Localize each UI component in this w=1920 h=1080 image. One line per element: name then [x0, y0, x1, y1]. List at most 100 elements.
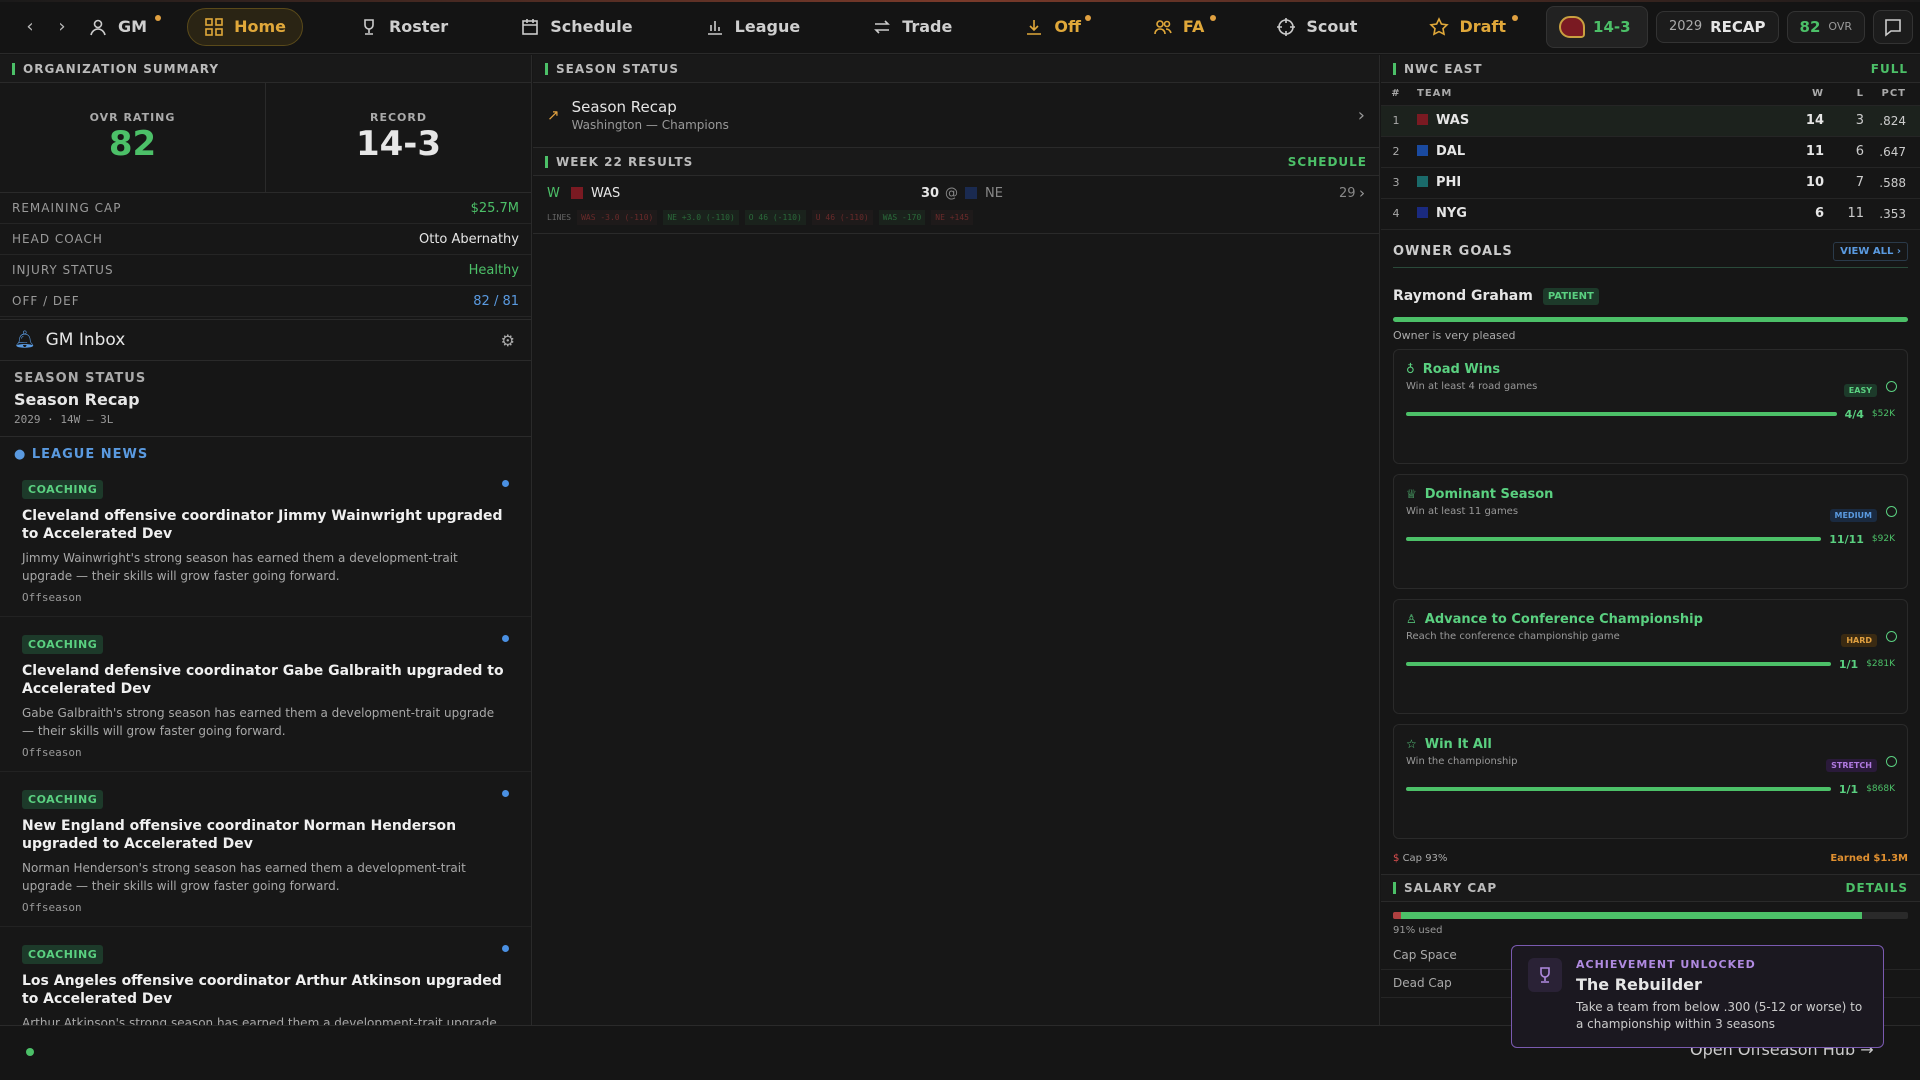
owner-mood: Owner is very pleased	[1393, 328, 1516, 342]
team-color-swatch	[1417, 145, 1428, 156]
details-link[interactable]: DETAILS	[1846, 881, 1908, 895]
nav-roster[interactable]: Roster	[343, 8, 464, 46]
goal-progress-bar	[1406, 412, 1837, 416]
salary-cap-bar	[1393, 911, 1908, 919]
nav-league[interactable]: League	[689, 8, 817, 46]
chevron-right-icon: ›	[1357, 104, 1365, 126]
chevron-right-icon: ›	[1359, 184, 1365, 202]
calendar-icon	[522, 18, 539, 35]
news-title: New England offensive coordinator Norman…	[22, 818, 457, 852]
right-column: NWC EAST FULL # TEAM W L PCT 1 WAS 14 3 .…	[1381, 55, 1920, 1025]
owner-goals-title: OWNER GOALS	[1393, 243, 1513, 259]
goal-icon: ☆	[1406, 737, 1417, 751]
standings-table: # TEAM W L PCT 1 WAS 14 3 .824 2 DAL 11 6…	[1381, 83, 1920, 230]
news-item[interactable]: COACHING Cleveland offensive coordinator…	[0, 462, 531, 617]
trophy-icon	[364, 18, 374, 35]
news-tag: COACHING	[22, 945, 104, 964]
standings-row[interactable]: 1 WAS 14 3 .824	[1381, 105, 1920, 137]
news-body: Arthur Atkinson's strong season has earn…	[22, 1016, 497, 1025]
team-color-swatch	[1417, 207, 1428, 218]
achievement-toast[interactable]: ACHIEVEMENT UNLOCKED The Rebuilder Take …	[1511, 945, 1884, 1048]
settings-gear-icon[interactable]: ⚙	[501, 331, 515, 350]
standings-row[interactable]: 3 PHI 10 7 .588	[1381, 167, 1920, 199]
nav-off[interactable]: Off	[1008, 8, 1097, 46]
check-circle-icon	[1886, 630, 1897, 642]
off-def-row: OFF / DEF 82 / 81	[0, 286, 531, 317]
forward-arrow-icon[interactable]: ›	[46, 11, 78, 43]
betting-lines: LINES WAS -3.0 (-110) NE +3.0 (-110) O 4…	[547, 210, 1365, 225]
news-tag: COACHING	[22, 790, 104, 809]
news-phase: Offseason	[22, 746, 82, 759]
ovr-pill[interactable]: 82 OVR	[1786, 10, 1866, 43]
ne-color-swatch	[965, 187, 977, 199]
bar-chart-icon	[707, 20, 722, 35]
nav-schedule[interactable]: Schedule	[504, 8, 648, 46]
news-item[interactable]: COACHING Los Angeles offensive coordinat…	[0, 927, 531, 1025]
nav-draft[interactable]: Draft	[1413, 8, 1522, 46]
messages-button[interactable]	[1873, 9, 1914, 44]
nav-home[interactable]: Home	[187, 7, 303, 46]
nav-fa[interactable]: FA	[1137, 8, 1220, 46]
unread-dot	[502, 480, 509, 487]
news-item[interactable]: COACHING Cleveland defensive coordinator…	[0, 617, 531, 772]
unread-dot	[502, 945, 509, 952]
standings-row[interactable]: 2 DAL 11 6 .647	[1381, 136, 1920, 168]
back-arrow-icon[interactable]: ‹	[14, 11, 46, 43]
standings-row[interactable]: 4 NYG 6 11 .353	[1381, 198, 1920, 230]
unread-dot	[502, 635, 509, 642]
goal-progress-bar	[1406, 787, 1831, 791]
owner-goal-card[interactable]: ☆ Win It All Win the championship STRETCH…	[1393, 723, 1908, 839]
difficulty-badge: EASY	[1843, 383, 1877, 397]
season-recap-card[interactable]: ↗ Season Recap Washington — Champions ›	[533, 83, 1379, 148]
difficulty-badge: HARD	[1841, 633, 1877, 647]
schedule-link[interactable]: SCHEDULE	[1288, 155, 1367, 169]
user-icon	[90, 19, 106, 35]
view-all-button[interactable]: VIEW ALL ›	[1833, 241, 1908, 261]
nav-gm[interactable]: GM	[78, 8, 163, 46]
news-body: Jimmy Wainwright's strong season has ear…	[22, 551, 458, 583]
full-standings-link[interactable]: FULL	[1871, 62, 1908, 76]
season-phase-pill[interactable]: 2029 RECAP	[1656, 10, 1779, 43]
star-icon	[1429, 16, 1450, 36]
standings-header: NWC EAST FULL	[1381, 55, 1920, 83]
unread-dot	[502, 790, 509, 797]
check-circle-icon	[1886, 380, 1897, 392]
owner-goal-card[interactable]: ♙ Advance to Conference Championship Reac…	[1393, 598, 1908, 714]
was-color-swatch	[571, 187, 583, 199]
goal-progress-bar	[1406, 662, 1831, 666]
goal-icon: ♙	[1406, 612, 1417, 626]
news-tag: COACHING	[22, 480, 104, 499]
helmet-icon	[1559, 15, 1586, 38]
news-tag: COACHING	[22, 635, 104, 654]
difficulty-badge: MEDIUM	[1829, 508, 1877, 522]
salary-cap-header: SALARY CAP DETAILS	[1381, 873, 1920, 902]
chat-icon	[1885, 18, 1901, 37]
season-status-header: SEASON STATUS	[533, 55, 1379, 83]
crosshair-icon	[1277, 17, 1296, 36]
owner-goal-card[interactable]: ♁ Road Wins Win at least 4 road games EAS…	[1393, 348, 1908, 464]
ovr-rating-stat: OVR RATING 82	[0, 83, 266, 192]
head-coach-row: HEAD COACH Otto Abernathy	[0, 224, 531, 255]
team-record-pill[interactable]: 14-3	[1546, 5, 1649, 48]
team-color-swatch	[1417, 114, 1428, 125]
grid-icon	[205, 17, 223, 36]
league-news-heading: ● LEAGUE NEWS	[14, 447, 149, 462]
goal-icon: ♁	[1406, 362, 1415, 376]
trophy-icon	[1528, 958, 1562, 992]
inbox-season-status: SEASON STATUS Season Recap 2029 · 14W – …	[0, 361, 531, 437]
top-nav-bar: ‹ › GM Home Roster Schedule League Trade…	[0, 0, 1920, 54]
record-stat: RECORD 14-3	[355, 111, 442, 164]
owner-goal-card[interactable]: ♕ Dominant Season Win at least 11 games M…	[1393, 473, 1908, 589]
news-body: Gabe Galbraith's strong season has earne…	[22, 706, 495, 738]
status-dot	[26, 1048, 34, 1056]
goal-progress-bar	[1406, 537, 1822, 541]
cap-used-label: 91% used	[1393, 924, 1443, 936]
bell-icon: 🔔︎	[14, 330, 36, 350]
news-item[interactable]: COACHING New England offensive coordinat…	[0, 772, 531, 927]
week-results-header: WEEK 22 RESULTS SCHEDULE	[533, 148, 1379, 176]
news-body: Norman Henderson's strong season has ear…	[22, 861, 466, 893]
nav-scout[interactable]: Scout	[1260, 8, 1373, 46]
news-title: Los Angeles offensive coordinator Arthur…	[22, 973, 502, 1007]
game-result-row[interactable]: W WAS 30 @ NE 29 › LINES WAS -3.0 (-110)…	[533, 176, 1379, 234]
nav-trade[interactable]: Trade	[856, 8, 968, 46]
